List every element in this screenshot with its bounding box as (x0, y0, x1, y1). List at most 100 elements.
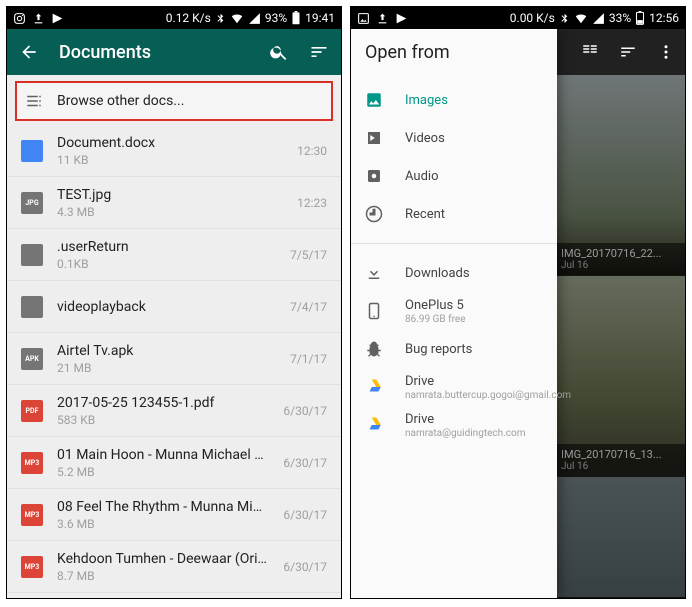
file-meta: 6/30/17 (283, 560, 327, 574)
file-item[interactable]: videoplayback 7/4/17 (7, 281, 341, 333)
app-bar: Documents (7, 29, 341, 75)
drawer-sublabel: namrata.buttercup.gogoi@gmail.com (405, 390, 571, 401)
gallery-body: IMG_20170716_22... Jul 16 IMG_20170716_1… (351, 29, 685, 598)
drawer-label: Audio (405, 169, 438, 184)
file-item[interactable]: MP301 Main Hoon - Munna Michael 190Kbps.… (7, 437, 341, 489)
status-bar: 0.00 K/s 33% 12:56 (351, 7, 685, 29)
drawer-item-videos[interactable]: Videos (351, 119, 557, 157)
file-meta: 6/30/17 (283, 456, 327, 470)
play-icon (51, 12, 64, 25)
signal-icon (592, 12, 605, 25)
drawer-item-images[interactable]: Images (351, 81, 557, 119)
file-item[interactable]: Document.docx 11 KB 12:30 (7, 125, 341, 177)
open-from-drawer: Open from Images Videos Audio Recent (351, 29, 557, 598)
drawer-label: Videos (405, 131, 445, 146)
file-name: .userReturn (57, 239, 276, 255)
upload-icon (32, 12, 45, 25)
more-icon[interactable] (657, 43, 675, 61)
phone-documents: 0.12 K/s 93% 19:41 Documents Browse othe… (6, 6, 342, 599)
file-name: TEST.jpg (57, 187, 283, 203)
drawer-label: Drive (405, 412, 525, 427)
file-type-icon: JPG (21, 192, 43, 214)
drawer-label: Drive (405, 374, 571, 389)
network-speed: 0.12 K/s (166, 11, 211, 25)
sort-icon[interactable] (619, 43, 637, 61)
audio-icon (365, 167, 383, 185)
bluetooth-icon (559, 13, 570, 24)
network-speed: 0.00 K/s (510, 11, 555, 25)
file-size: 583 KB (57, 413, 269, 427)
thumb-title: IMG_20170716_22... (561, 247, 679, 260)
drawer-item-downloads[interactable]: Downloads (351, 254, 557, 292)
clock-text: 19:41 (305, 11, 335, 25)
file-item[interactable]: MP3 08 Feel The Rhythm - Munna Michael (A… (7, 489, 341, 541)
drawer-item-bug-reports[interactable]: Bug reports (351, 330, 557, 368)
file-item[interactable]: APKAirtel Tv.apk21 MB7/1/17 (7, 333, 341, 385)
file-size: 8.7 MB (57, 569, 269, 583)
file-item[interactable]: PDF2017-05-25 123455.pdf (7, 593, 341, 598)
browse-other-docs[interactable]: Browse other docs... (15, 81, 333, 121)
drawer-item-recent[interactable]: Recent (351, 195, 557, 233)
download-icon (365, 264, 383, 282)
videos-icon (365, 129, 383, 147)
file-meta: 6/30/17 (283, 508, 327, 522)
drawer-item-audio[interactable]: Audio (351, 157, 557, 195)
thumb-title: IMG_20170716_13... (561, 448, 679, 461)
drawer-label: Bug reports (405, 342, 472, 357)
back-icon[interactable] (19, 42, 39, 62)
drawer-label: Recent (405, 207, 445, 222)
play-icon (395, 12, 408, 25)
file-name: 2017-05-25 123455-1.pdf (57, 395, 269, 411)
file-name: videoplayback (57, 299, 276, 315)
file-item[interactable]: MP3 Kehdoon Tumhen - Deewaar (Original) 3… (7, 541, 341, 593)
file-type-icon: MP3 (21, 556, 43, 578)
page-title: Documents (59, 42, 249, 63)
search-icon[interactable] (269, 42, 289, 62)
file-size: 11 KB (57, 153, 283, 167)
file-size: 0.1KB (57, 257, 276, 271)
grid-view-icon[interactable] (581, 43, 599, 61)
clock-text: 12:56 (649, 11, 679, 25)
bug-icon (365, 340, 383, 358)
drawer-title: Open from (351, 29, 557, 75)
battery-percent: 93% (265, 11, 287, 25)
file-size: 21 MB (57, 361, 276, 375)
gallery-thumb[interactable]: IMG_20170716_22... Jul 16 (555, 75, 685, 276)
file-name: Document.docx (57, 135, 283, 151)
file-item[interactable]: PDF2017-05-25 123455-1.pdf583 KB6/30/17 (7, 385, 341, 437)
sort-icon[interactable] (309, 42, 329, 62)
file-name: 08 Feel The Rhythm - Munna Michael (Asse… (57, 499, 269, 515)
gallery-thumb[interactable] (555, 477, 685, 598)
file-item[interactable]: .userReturn 0.1KB 7/5/17 (7, 229, 341, 281)
drawer-item-device[interactable]: OnePlus 5 86.99 GB free (351, 292, 557, 330)
file-list[interactable]: Document.docx 11 KB 12:30 JPG TEST.jpg 4.3 MB… (7, 125, 341, 598)
file-type-icon: MP3 (21, 504, 43, 526)
drawer-item-drive-1[interactable]: Drive namrata.buttercup.gogoi@gmail.com (351, 368, 557, 406)
file-item[interactable]: JPGTEST.jpg4.3 MB12:23 (7, 177, 341, 229)
file-size: 5.2 MB (57, 465, 269, 479)
file-meta: 7/4/17 (290, 300, 327, 314)
images-icon (365, 91, 383, 109)
wifi-icon (574, 11, 588, 25)
file-meta: 6/30/17 (283, 404, 327, 418)
wifi-icon (230, 11, 244, 25)
battery-icon (635, 11, 645, 25)
divider (351, 243, 557, 244)
drawer-label: Images (405, 93, 448, 108)
file-name: Airtel Tv.apk (57, 343, 276, 359)
gallery-thumb[interactable]: IMG_20170716_13... Jul 16 (555, 276, 685, 477)
phone-open-from: 0.00 K/s 33% 12:56 IMG_20170716_22... Ju… (350, 6, 686, 599)
browse-icon (25, 92, 43, 110)
file-meta: 12:30 (297, 144, 327, 158)
drawer-item-drive-2[interactable]: Drive namrata@guidingtech.com (351, 406, 557, 444)
file-name: Kehdoon Tumhen - Deewaar (Original) 320K… (57, 551, 269, 567)
upload-icon (376, 12, 389, 25)
file-meta: 7/5/17 (290, 248, 327, 262)
recent-icon (365, 205, 383, 223)
status-bar: 0.12 K/s 93% 19:41 (7, 7, 341, 29)
drive-icon (365, 378, 383, 396)
file-size: 4.3 MB (57, 205, 283, 219)
bluetooth-icon (215, 13, 226, 24)
battery-percent: 33% (609, 11, 631, 25)
battery-icon (291, 11, 301, 25)
